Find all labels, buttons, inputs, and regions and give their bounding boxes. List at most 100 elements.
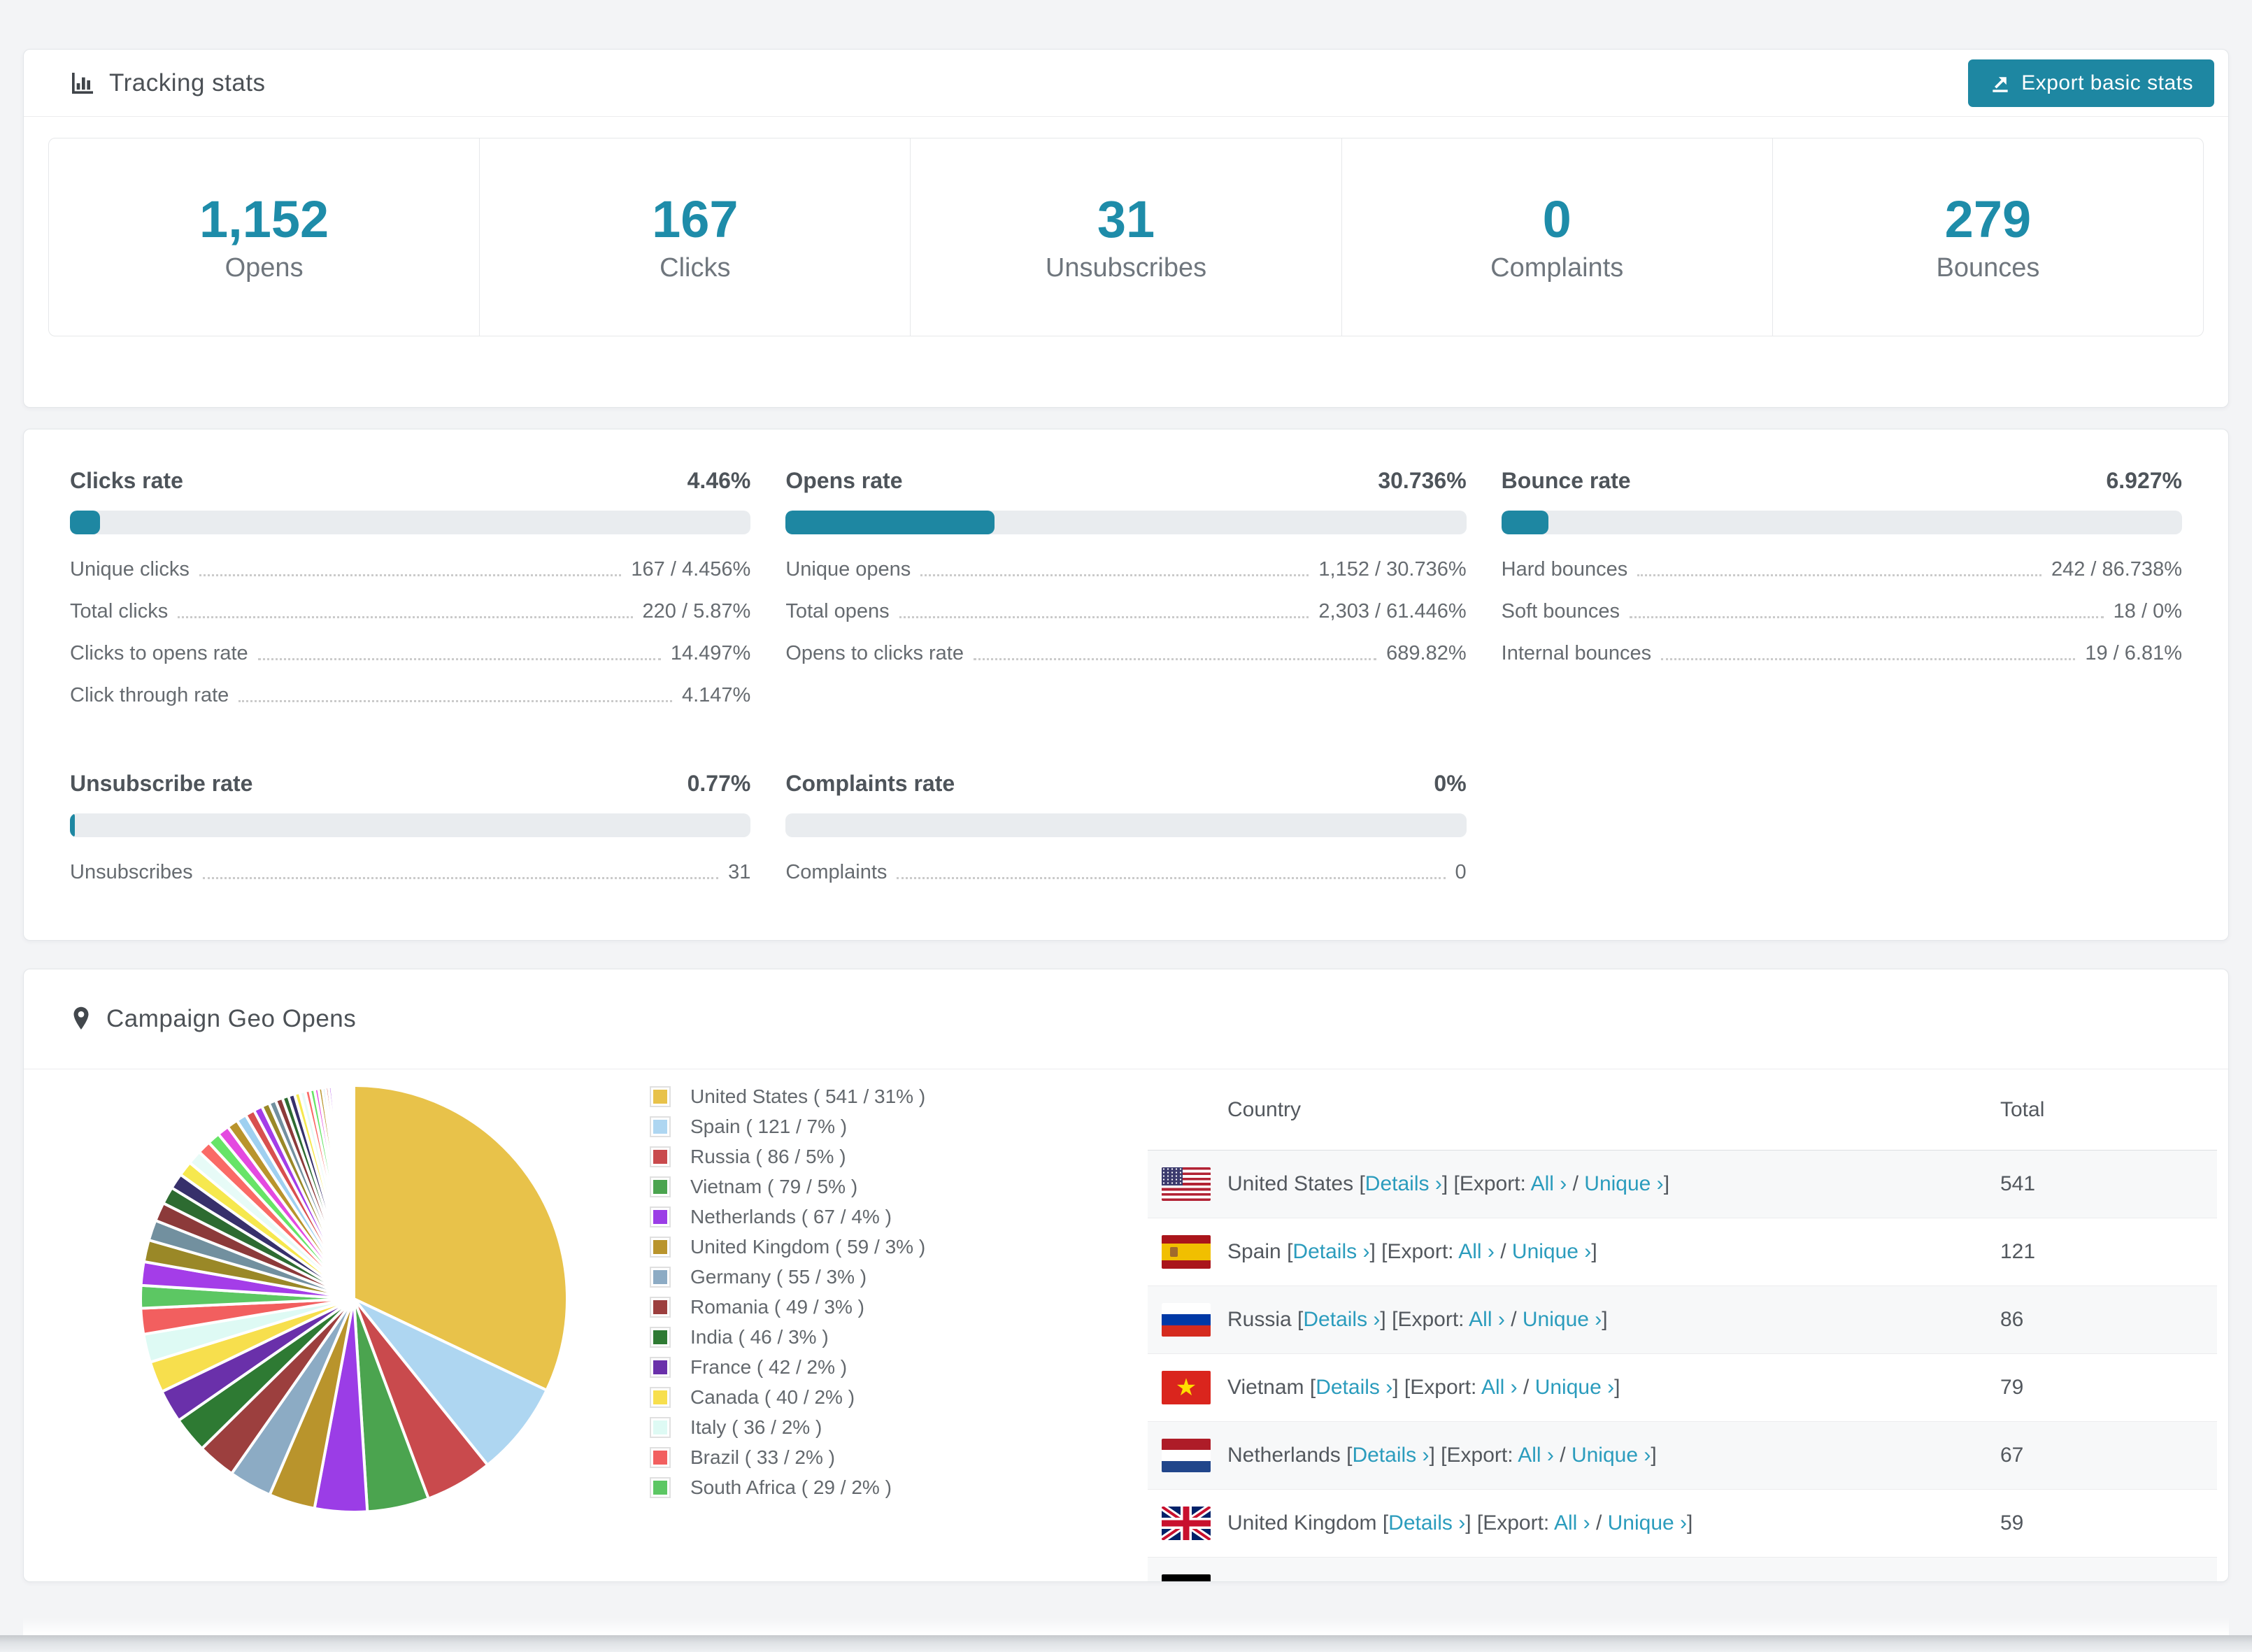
detail-label: Total clicks <box>70 600 169 622</box>
legend-item-brazil: Brazil ( 33 / 2% ) <box>650 1442 925 1472</box>
rate-rows: Unique clicks 167 / 4.456% Total clicks … <box>70 558 750 707</box>
legend-item-france: France ( 42 / 2% ) <box>650 1352 925 1382</box>
legend-label: United Kingdom ( 59 / 3% ) <box>690 1235 926 1258</box>
country-cell: Vietnam [Details ›] [Export: All › / Uni… <box>1227 1376 1620 1399</box>
export-all-link[interactable]: All › <box>1469 1308 1505 1331</box>
progress-bar-fill <box>1501 511 1549 534</box>
tracking-stats-card: Tracking stats Export basic stats 1,152 … <box>23 49 2229 408</box>
dotted-leader <box>973 658 1377 660</box>
pie-slice-other-46[interactable] <box>351 1083 355 1300</box>
legend-label: Germany ( 55 / 3% ) <box>690 1265 867 1288</box>
geo-pie-chart[interactable] <box>137 1082 571 1516</box>
export-unique-link[interactable]: Unique › <box>1572 1444 1651 1467</box>
country-cell: United States [Details ›] [Export: All ›… <box>1227 1172 1670 1195</box>
legend-item-canada: Canada ( 40 / 2% ) <box>650 1382 925 1412</box>
legend-label: Spain ( 121 / 7% ) <box>690 1115 848 1137</box>
progress-bar-fill <box>785 511 995 534</box>
export-all-link[interactable]: All › <box>1518 1444 1554 1467</box>
details-link[interactable]: Details › <box>1303 1308 1380 1331</box>
details-link[interactable]: Details › <box>1292 1240 1369 1263</box>
export-unique-link[interactable]: Unique › <box>1523 1308 1602 1331</box>
detail-label: Clicks to opens rate <box>70 642 248 664</box>
export-unique-link[interactable]: Unique › <box>1535 1376 1614 1399</box>
rate-value: 0.77% <box>687 771 751 796</box>
viewport-bottom-band <box>0 1635 2252 1652</box>
legend-item-romania: Romania ( 49 / 3% ) <box>650 1292 925 1322</box>
rate-detail-row: Unique clicks 167 / 4.456% <box>70 558 750 581</box>
card-title: Tracking stats <box>109 69 266 97</box>
export-unique-link[interactable]: Unique › <box>1545 1579 1624 1581</box>
rate-panel-clicks-rate: Clicks rate 4.46% Unique clicks 167 / 4.… <box>70 468 751 726</box>
legend-label: Italy ( 36 / 2% ) <box>690 1416 822 1438</box>
export-all-link[interactable]: All › <box>1491 1579 1527 1581</box>
country-name: Germany <box>1227 1579 1313 1581</box>
stat-clicks: 167 Clicks <box>479 138 910 336</box>
dotted-leader <box>178 616 633 618</box>
stat-label: Opens <box>225 253 304 283</box>
rate-detail-row: Total clicks 220 / 5.87% <box>70 600 750 623</box>
country-cell: Russia [Details ›] [Export: All › / Uniq… <box>1227 1308 1608 1331</box>
country-row-russia: Russia [Details ›] [Export: All › / Uniq… <box>1148 1286 2217 1354</box>
column-header-total: Total <box>2000 1097 2045 1121</box>
legend-label: Romania ( 49 / 3% ) <box>690 1295 864 1318</box>
details-link[interactable]: Details › <box>1325 1579 1402 1581</box>
details-link[interactable]: Details › <box>1316 1376 1392 1399</box>
country-name: Spain <box>1227 1240 1281 1263</box>
country-name: United Kingdom <box>1227 1511 1377 1534</box>
country-row-germany: Germany [Details ›] [Export: All › / Uni… <box>1148 1558 2217 1581</box>
stat-value: 31 <box>1097 190 1155 248</box>
rate-detail-row: Unique opens 1,152 / 30.736% <box>785 558 1466 581</box>
bar-chart-icon <box>69 69 97 97</box>
flag-gb-icon <box>1162 1507 1211 1540</box>
details-link[interactable]: Details › <box>1352 1444 1429 1467</box>
detail-label: Opens to clicks rate <box>785 642 964 664</box>
rate-rows: Unsubscribes 31 <box>70 861 750 884</box>
flag-ru-icon <box>1162 1303 1211 1337</box>
detail-label: Soft bounces <box>1501 600 1620 622</box>
export-all-link[interactable]: All › <box>1554 1511 1590 1534</box>
geo-table-rows: United States [Details ›] [Export: All ›… <box>1148 1151 2217 1581</box>
legend-label: South Africa ( 29 / 2% ) <box>690 1476 892 1498</box>
dotted-leader <box>199 574 622 576</box>
export-all-link[interactable]: All › <box>1531 1172 1567 1195</box>
details-link[interactable]: Details › <box>1365 1172 1442 1195</box>
export-icon <box>1993 76 2008 92</box>
dotted-leader <box>1629 616 2104 618</box>
export-unique-link[interactable]: Unique › <box>1608 1511 1687 1534</box>
flag-us-icon <box>1162 1167 1211 1201</box>
country-name: United States <box>1227 1172 1354 1195</box>
legend-swatch <box>650 1356 671 1378</box>
stat-value: 1,152 <box>199 190 329 248</box>
legend-swatch <box>650 1206 671 1227</box>
rate-value: 6.927% <box>2106 468 2182 493</box>
detail-label: Internal bounces <box>1501 642 1652 664</box>
stat-label: Clicks <box>660 253 731 283</box>
export-unique-link[interactable]: Unique › <box>1512 1240 1591 1263</box>
detail-value: 18 / 0% <box>2113 600 2182 622</box>
rate-value: 30.736% <box>1378 468 1467 493</box>
stat-value: 0 <box>1542 190 1572 248</box>
stat-opens: 1,152 Opens <box>49 138 479 336</box>
legend-label: Vietnam ( 79 / 5% ) <box>690 1175 858 1197</box>
legend-item-india: India ( 46 / 3% ) <box>650 1322 925 1352</box>
dotted-leader <box>238 700 672 702</box>
detail-label: Click through rate <box>70 684 229 706</box>
rate-title: Bounce rate <box>1501 468 1631 493</box>
export-all-link[interactable]: All › <box>1458 1240 1495 1263</box>
rate-head: Clicks rate 4.46% <box>70 468 750 494</box>
detail-value: 14.497% <box>670 642 751 664</box>
legend-item-united-kingdom: United Kingdom ( 59 / 3% ) <box>650 1232 925 1262</box>
export-unique-link[interactable]: Unique › <box>1584 1172 1663 1195</box>
legend-label: Brazil ( 33 / 2% ) <box>690 1446 835 1468</box>
export-basic-stats-button[interactable]: Export basic stats <box>1968 59 2214 107</box>
legend-swatch <box>650 1296 671 1318</box>
stat-bounces: 279 Bounces <box>1772 138 2203 336</box>
export-all-link[interactable]: All › <box>1481 1376 1518 1399</box>
rate-detail-row: Click through rate 4.147% <box>70 684 750 707</box>
details-link[interactable]: Details › <box>1388 1511 1465 1534</box>
stat-unsubscribes: 31 Unsubscribes <box>910 138 1341 336</box>
stat-value: 167 <box>652 190 739 248</box>
legend-item-vietnam: Vietnam ( 79 / 5% ) <box>650 1172 925 1202</box>
progress-bar <box>1501 511 2182 534</box>
legend-item-south-africa: South Africa ( 29 / 2% ) <box>650 1472 925 1502</box>
